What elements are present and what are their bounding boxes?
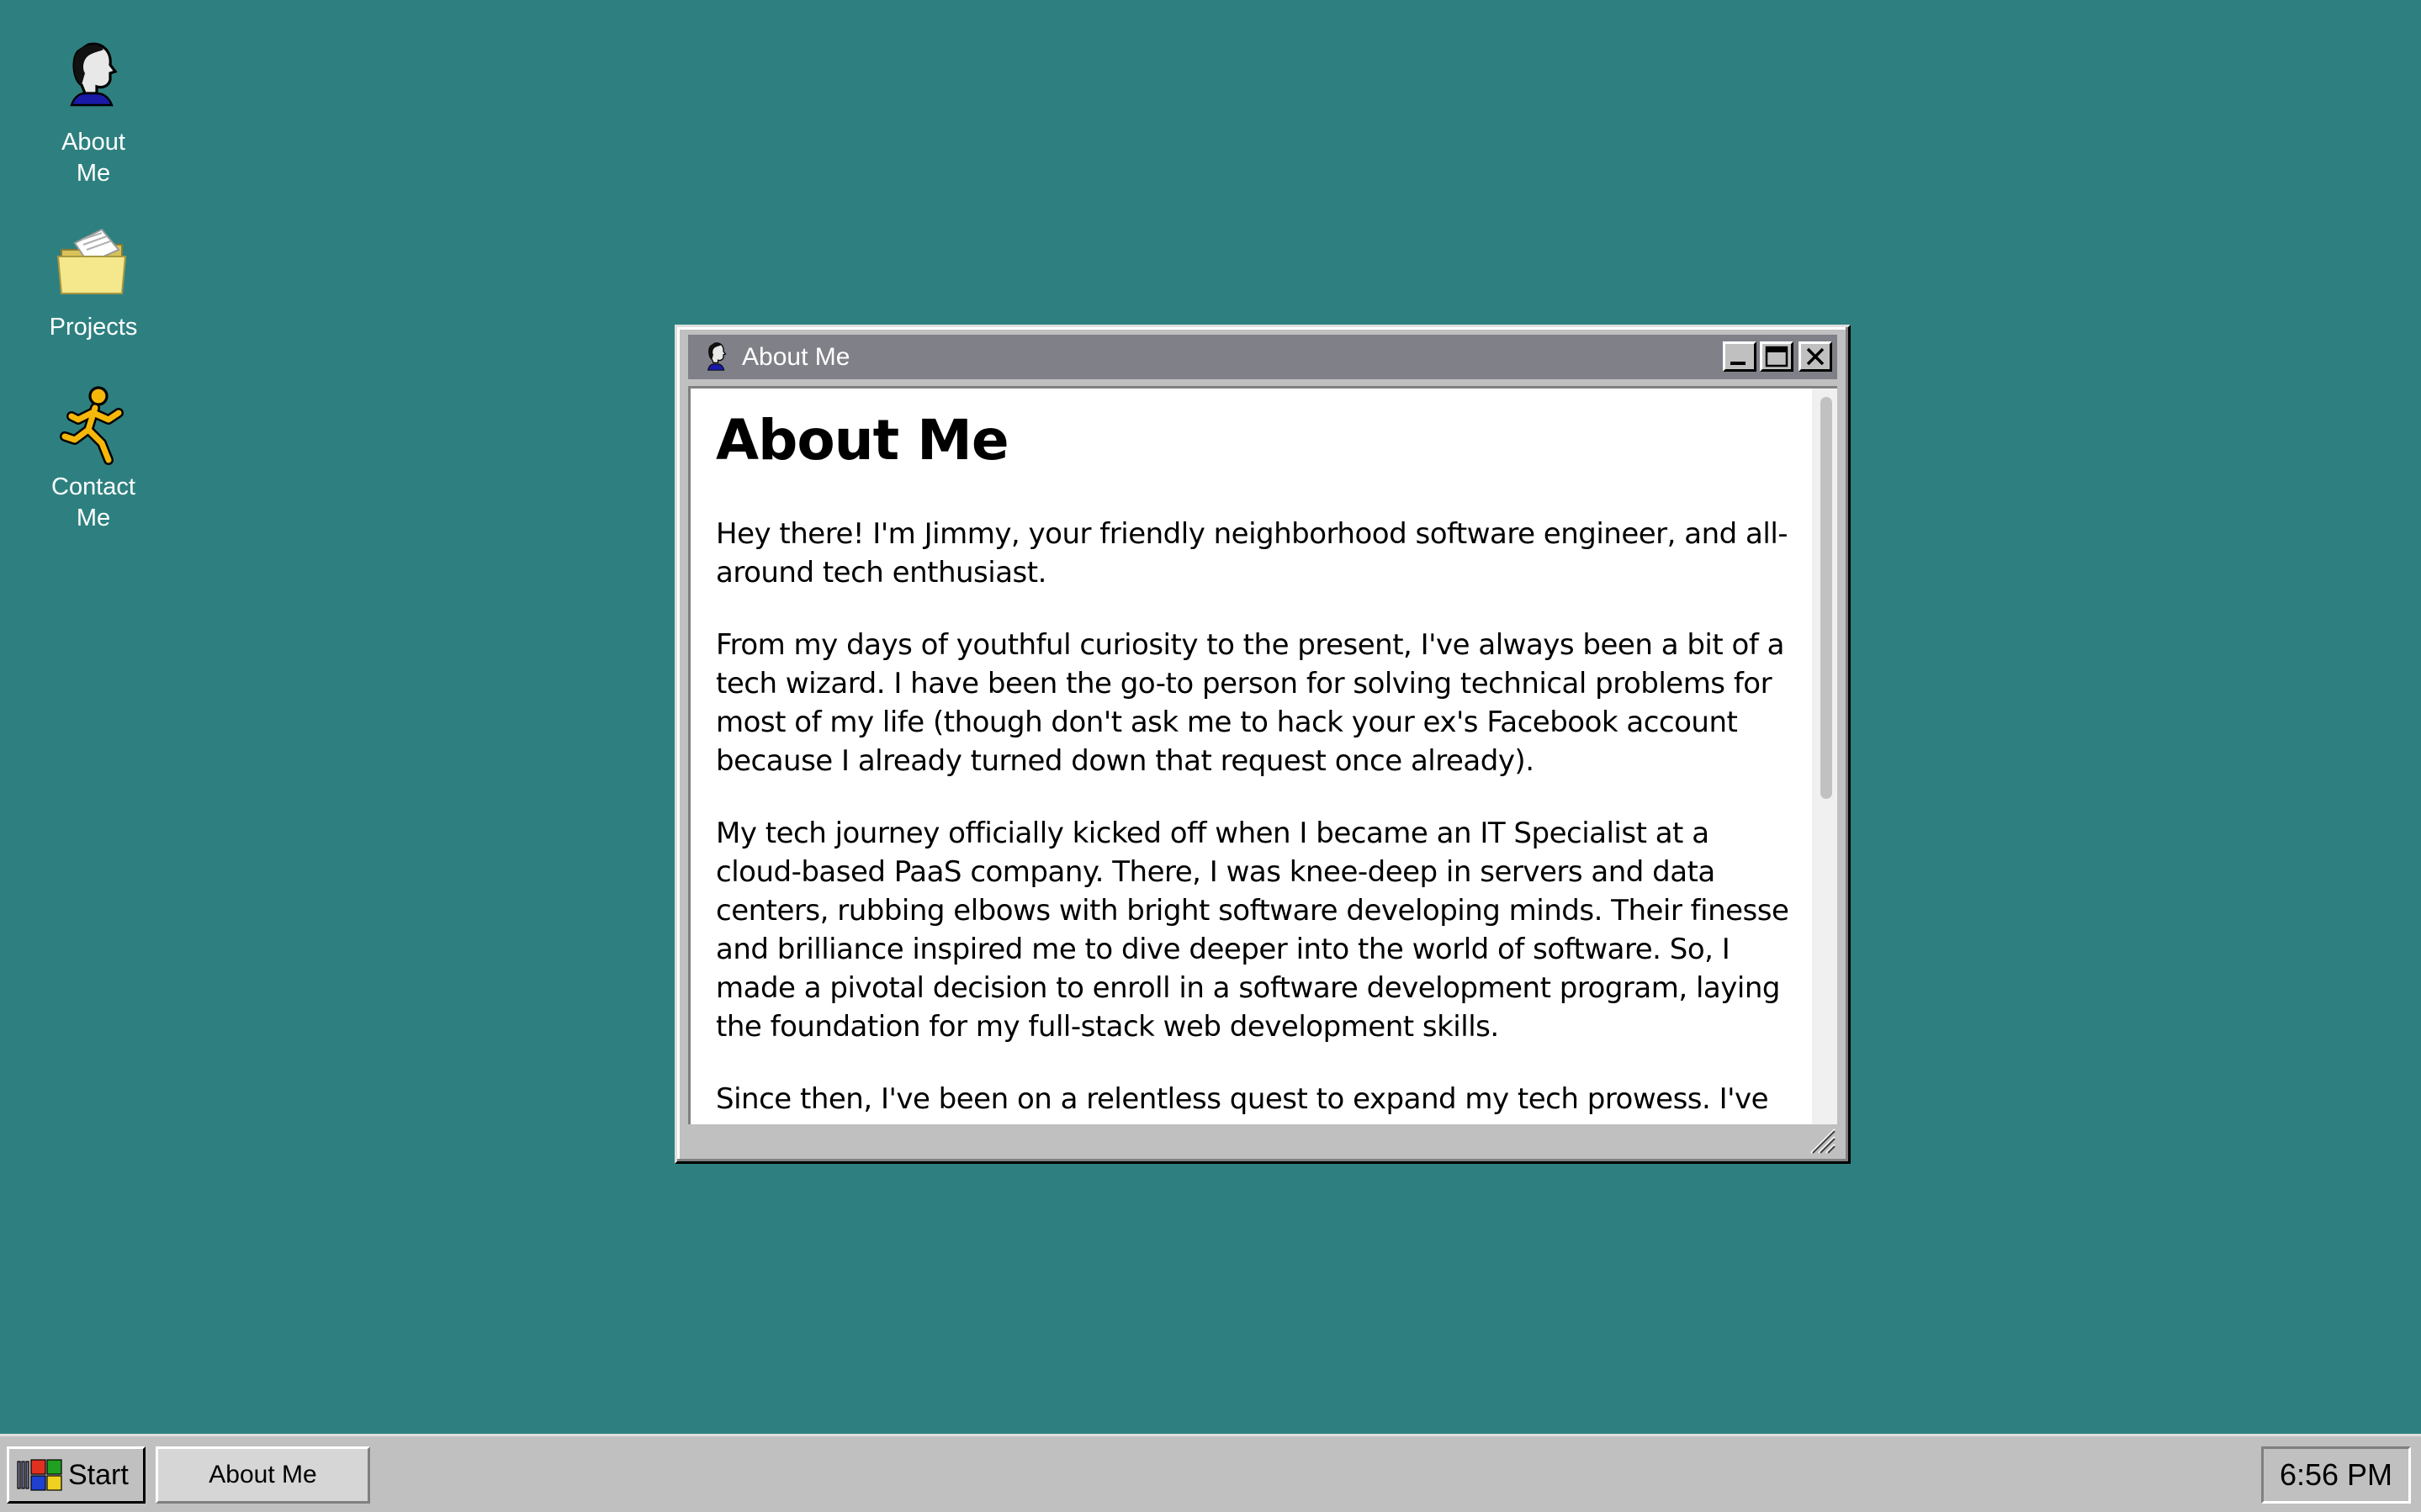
minimize-icon bbox=[1730, 362, 1746, 365]
close-icon bbox=[1806, 347, 1825, 366]
scrollbar-thumb[interactable] bbox=[1820, 397, 1832, 799]
windows-logo-icon bbox=[17, 1459, 62, 1491]
taskbar-item-label: About Me bbox=[209, 1461, 317, 1488]
start-label: Start bbox=[68, 1458, 129, 1491]
folder-icon bbox=[56, 228, 127, 294]
window-title: About Me bbox=[742, 342, 850, 371]
desktop-icon-label: Projects bbox=[49, 314, 138, 341]
person-icon bbox=[707, 341, 727, 371]
start-button[interactable]: Start bbox=[7, 1446, 146, 1504]
desktop-icon-label: Contact Me bbox=[51, 473, 135, 531]
paragraph: From my days of youthful curiosity to th… bbox=[716, 628, 1784, 778]
desktop-icon-about-me[interactable]: About Me bbox=[9, 38, 177, 189]
desktop-icon-contact-me[interactable]: Contact Me bbox=[9, 383, 177, 534]
desktop-icon-projects[interactable]: Projects bbox=[9, 223, 177, 343]
paragraph: My tech journey officially kicked off wh… bbox=[716, 817, 1789, 1044]
desktop-icon-label: About Me bbox=[61, 129, 125, 187]
taskbar: Start About Me 6:56 PM bbox=[0, 1434, 2421, 1512]
paragraph: Hey there! I'm Jimmy, your friendly neig… bbox=[716, 517, 1788, 589]
paragraph: Since then, I've been on a relentless qu… bbox=[716, 1082, 1769, 1124]
about-content: About Me Hey there! I'm Jimmy, your frie… bbox=[716, 407, 1793, 1124]
runner-icon bbox=[60, 386, 124, 465]
vertical-scrollbar[interactable] bbox=[1812, 389, 1837, 1124]
minimize-button[interactable] bbox=[1723, 341, 1756, 372]
resize-grip-icon[interactable] bbox=[1808, 1126, 1836, 1155]
taskbar-item-about-me[interactable]: About Me bbox=[156, 1446, 370, 1504]
window-controls bbox=[1719, 341, 1832, 372]
system-clock: 6:56 PM bbox=[2261, 1446, 2411, 1504]
person-icon bbox=[70, 42, 118, 107]
maximize-icon bbox=[1765, 346, 1788, 367]
window-titlebar[interactable]: About Me bbox=[688, 335, 1837, 379]
window-content[interactable]: About Me Hey there! I'm Jimmy, your frie… bbox=[688, 386, 1837, 1124]
close-button[interactable] bbox=[1799, 341, 1832, 372]
page-title: About Me bbox=[716, 408, 1009, 473]
about-me-window[interactable]: About Me About Me Hey there! I'm Jimmy, … bbox=[675, 325, 1851, 1164]
maximize-button[interactable] bbox=[1760, 341, 1793, 372]
clock-time: 6:56 PM bbox=[2279, 1457, 2393, 1492]
